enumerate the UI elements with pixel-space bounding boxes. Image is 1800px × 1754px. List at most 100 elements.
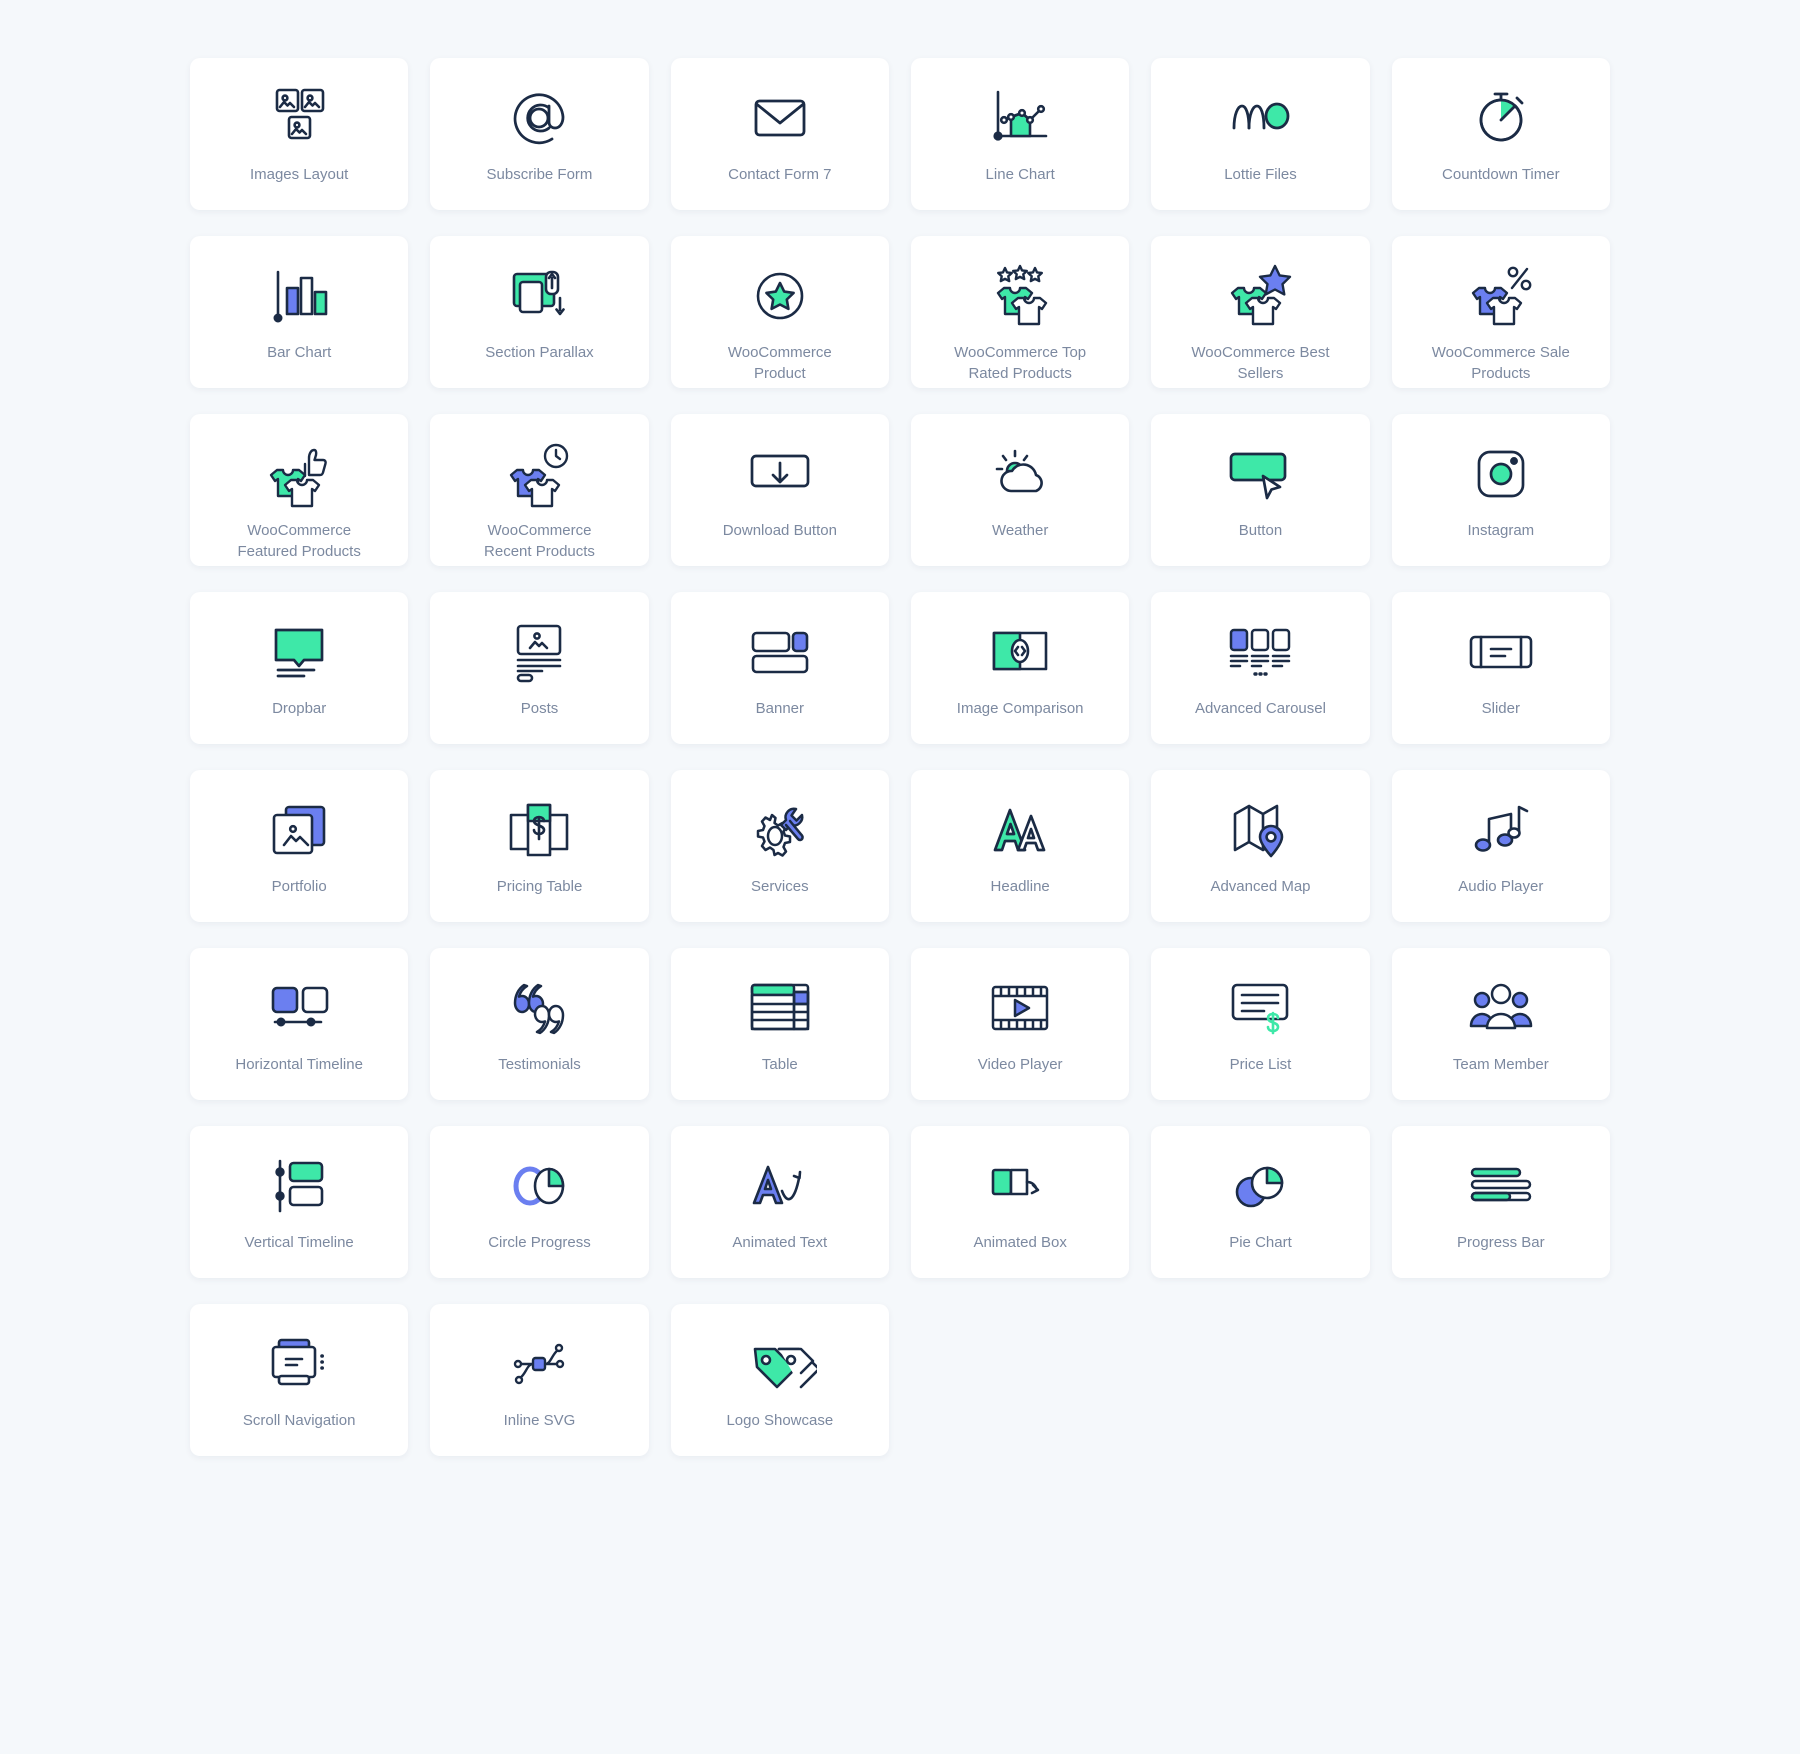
widget-card[interactable]: WooCommerce Recent Products xyxy=(430,414,649,566)
widget-card-label: Contact Form 7 xyxy=(728,166,832,183)
widget-card[interactable]: Video Player xyxy=(910,948,1130,1100)
banner-icon xyxy=(671,616,889,688)
portfolio-icon xyxy=(190,794,408,866)
widget-card[interactable]: Instagram xyxy=(1391,414,1610,566)
widget-card-label: Subscribe Form xyxy=(486,166,593,183)
shirts-thumbup-icon xyxy=(190,438,408,510)
horizontal-timeline-icon xyxy=(190,972,408,1044)
widget-card-label: Services xyxy=(751,878,809,895)
widget-card[interactable]: Download Button xyxy=(670,414,889,566)
widget-card[interactable]: Lottie Files xyxy=(1151,58,1370,210)
widget-card[interactable]: Progress Bar xyxy=(1391,1126,1610,1278)
shirts-clock-icon xyxy=(430,438,648,510)
widget-card-label: WooCommerce Product xyxy=(727,344,832,382)
widget-card-label: Audio Player xyxy=(1458,878,1544,895)
widget-card-label: Inline SVG xyxy=(503,1412,576,1429)
animated-text-icon xyxy=(671,1150,889,1222)
widget-card[interactable]: Weather xyxy=(910,414,1130,566)
dropbar-icon xyxy=(190,616,408,688)
music-notes-icon xyxy=(1392,794,1610,866)
widget-card[interactable]: Images Layout xyxy=(190,58,409,210)
widget-card[interactable]: Button xyxy=(1151,414,1370,566)
envelope-icon xyxy=(671,82,889,154)
widget-card[interactable]: Horizontal Timeline xyxy=(190,948,409,1100)
widget-card[interactable]: WooCommerce Product xyxy=(670,236,889,388)
instagram-icon xyxy=(1392,438,1610,510)
widget-card-label: Posts xyxy=(520,700,559,717)
widget-card-label: Dropbar xyxy=(272,700,327,717)
weather-icon xyxy=(911,438,1129,510)
widget-card-label: Vertical Timeline xyxy=(244,1234,354,1251)
widget-card[interactable]: Contact Form 7 xyxy=(670,58,889,210)
widget-card[interactable]: Circle Progress xyxy=(430,1126,649,1278)
widget-card-label: Testimonials xyxy=(498,1056,581,1073)
widget-card-label: Banner xyxy=(755,700,804,717)
shirts-stars-icon xyxy=(911,260,1129,332)
widget-card[interactable]: Testimonials xyxy=(430,948,649,1100)
team-member-icon xyxy=(1392,972,1610,1044)
widget-card-label: WooCommerce Recent Products xyxy=(484,522,595,560)
widget-card[interactable]: Inline SVG xyxy=(430,1304,649,1456)
widget-card[interactable]: Advanced Map xyxy=(1151,770,1370,922)
widget-card[interactable]: Price List xyxy=(1151,948,1370,1100)
widget-card-label: Team Member xyxy=(1452,1056,1549,1073)
widget-card[interactable]: Animated Text xyxy=(670,1126,889,1278)
widget-card-label: Price List xyxy=(1229,1056,1292,1073)
widget-card[interactable]: Animated Box xyxy=(910,1126,1130,1278)
widget-card[interactable]: Portfolio xyxy=(190,770,409,922)
widget-card-label: Horizontal Timeline xyxy=(235,1056,363,1073)
widget-card[interactable]: WooCommerce Sale Products xyxy=(1391,236,1610,388)
price-list-icon xyxy=(1151,972,1369,1044)
film-play-icon xyxy=(911,972,1129,1044)
widget-card-label: Table xyxy=(761,1056,798,1073)
widget-card[interactable]: WooCommerce Featured Products xyxy=(190,414,409,566)
widget-card-label: Circle Progress xyxy=(488,1234,591,1251)
inline-svg-icon xyxy=(430,1328,648,1400)
at-sign-icon xyxy=(430,82,648,154)
widget-card-label: Video Player xyxy=(977,1056,1063,1073)
widget-card[interactable]: Vertical Timeline xyxy=(190,1126,409,1278)
widget-card-label: WooCommerce Sale Products xyxy=(1431,344,1570,382)
widget-card[interactable]: Pricing Table xyxy=(430,770,649,922)
widget-card[interactable]: Subscribe Form xyxy=(430,58,649,210)
widget-card[interactable]: Logo Showcase xyxy=(670,1304,889,1456)
map-pin-icon xyxy=(1151,794,1369,866)
widget-card[interactable]: Line Chart xyxy=(910,58,1130,210)
widget-card[interactable]: Team Member xyxy=(1391,948,1610,1100)
widget-card-label: Line Chart xyxy=(985,166,1055,183)
widget-card[interactable]: Posts xyxy=(430,592,649,744)
widget-card[interactable]: Advanced Carousel xyxy=(1151,592,1370,744)
image-comparison-icon xyxy=(911,616,1129,688)
tags-icon xyxy=(671,1328,889,1400)
posts-icon xyxy=(430,616,648,688)
animated-box-icon xyxy=(911,1150,1129,1222)
widget-card[interactable]: Slider xyxy=(1391,592,1610,744)
widget-card-label: Portfolio xyxy=(271,878,327,895)
section-parallax-icon xyxy=(430,260,648,332)
widget-card-label: Pie Chart xyxy=(1229,1234,1292,1251)
widget-card[interactable]: Section Parallax xyxy=(430,236,649,388)
widget-card[interactable]: WooCommerce Top Rated Products xyxy=(910,236,1130,388)
widget-card[interactable]: Headline xyxy=(910,770,1130,922)
widget-card-label: Advanced Carousel xyxy=(1195,700,1326,717)
widget-card[interactable]: Services xyxy=(670,770,889,922)
widget-card[interactable]: Audio Player xyxy=(1391,770,1610,922)
line-chart-icon xyxy=(911,82,1129,154)
widget-card-label: WooCommerce Best Sellers xyxy=(1191,344,1330,382)
widget-card[interactable]: Countdown Timer xyxy=(1391,58,1610,210)
widget-card[interactable]: Pie Chart xyxy=(1151,1126,1370,1278)
widget-card[interactable]: Image Comparison xyxy=(910,592,1130,744)
widget-card[interactable]: Banner xyxy=(670,592,889,744)
widget-card[interactable]: Scroll Navigation xyxy=(190,1304,409,1456)
images-layout-icon xyxy=(190,82,408,154)
widget-card-label: Images Layout xyxy=(249,166,349,183)
widget-card[interactable]: WooCommerce Best Sellers xyxy=(1151,236,1370,388)
widget-card-label: Image Comparison xyxy=(956,700,1084,717)
star-circle-icon xyxy=(671,260,889,332)
advanced-carousel-icon xyxy=(1151,616,1369,688)
widget-card[interactable]: Dropbar xyxy=(190,592,409,744)
widget-card-label: Button xyxy=(1238,522,1283,539)
widget-card[interactable]: Table xyxy=(670,948,889,1100)
widget-card[interactable]: Bar Chart xyxy=(190,236,409,388)
widget-card-label: Download Button xyxy=(722,522,837,539)
